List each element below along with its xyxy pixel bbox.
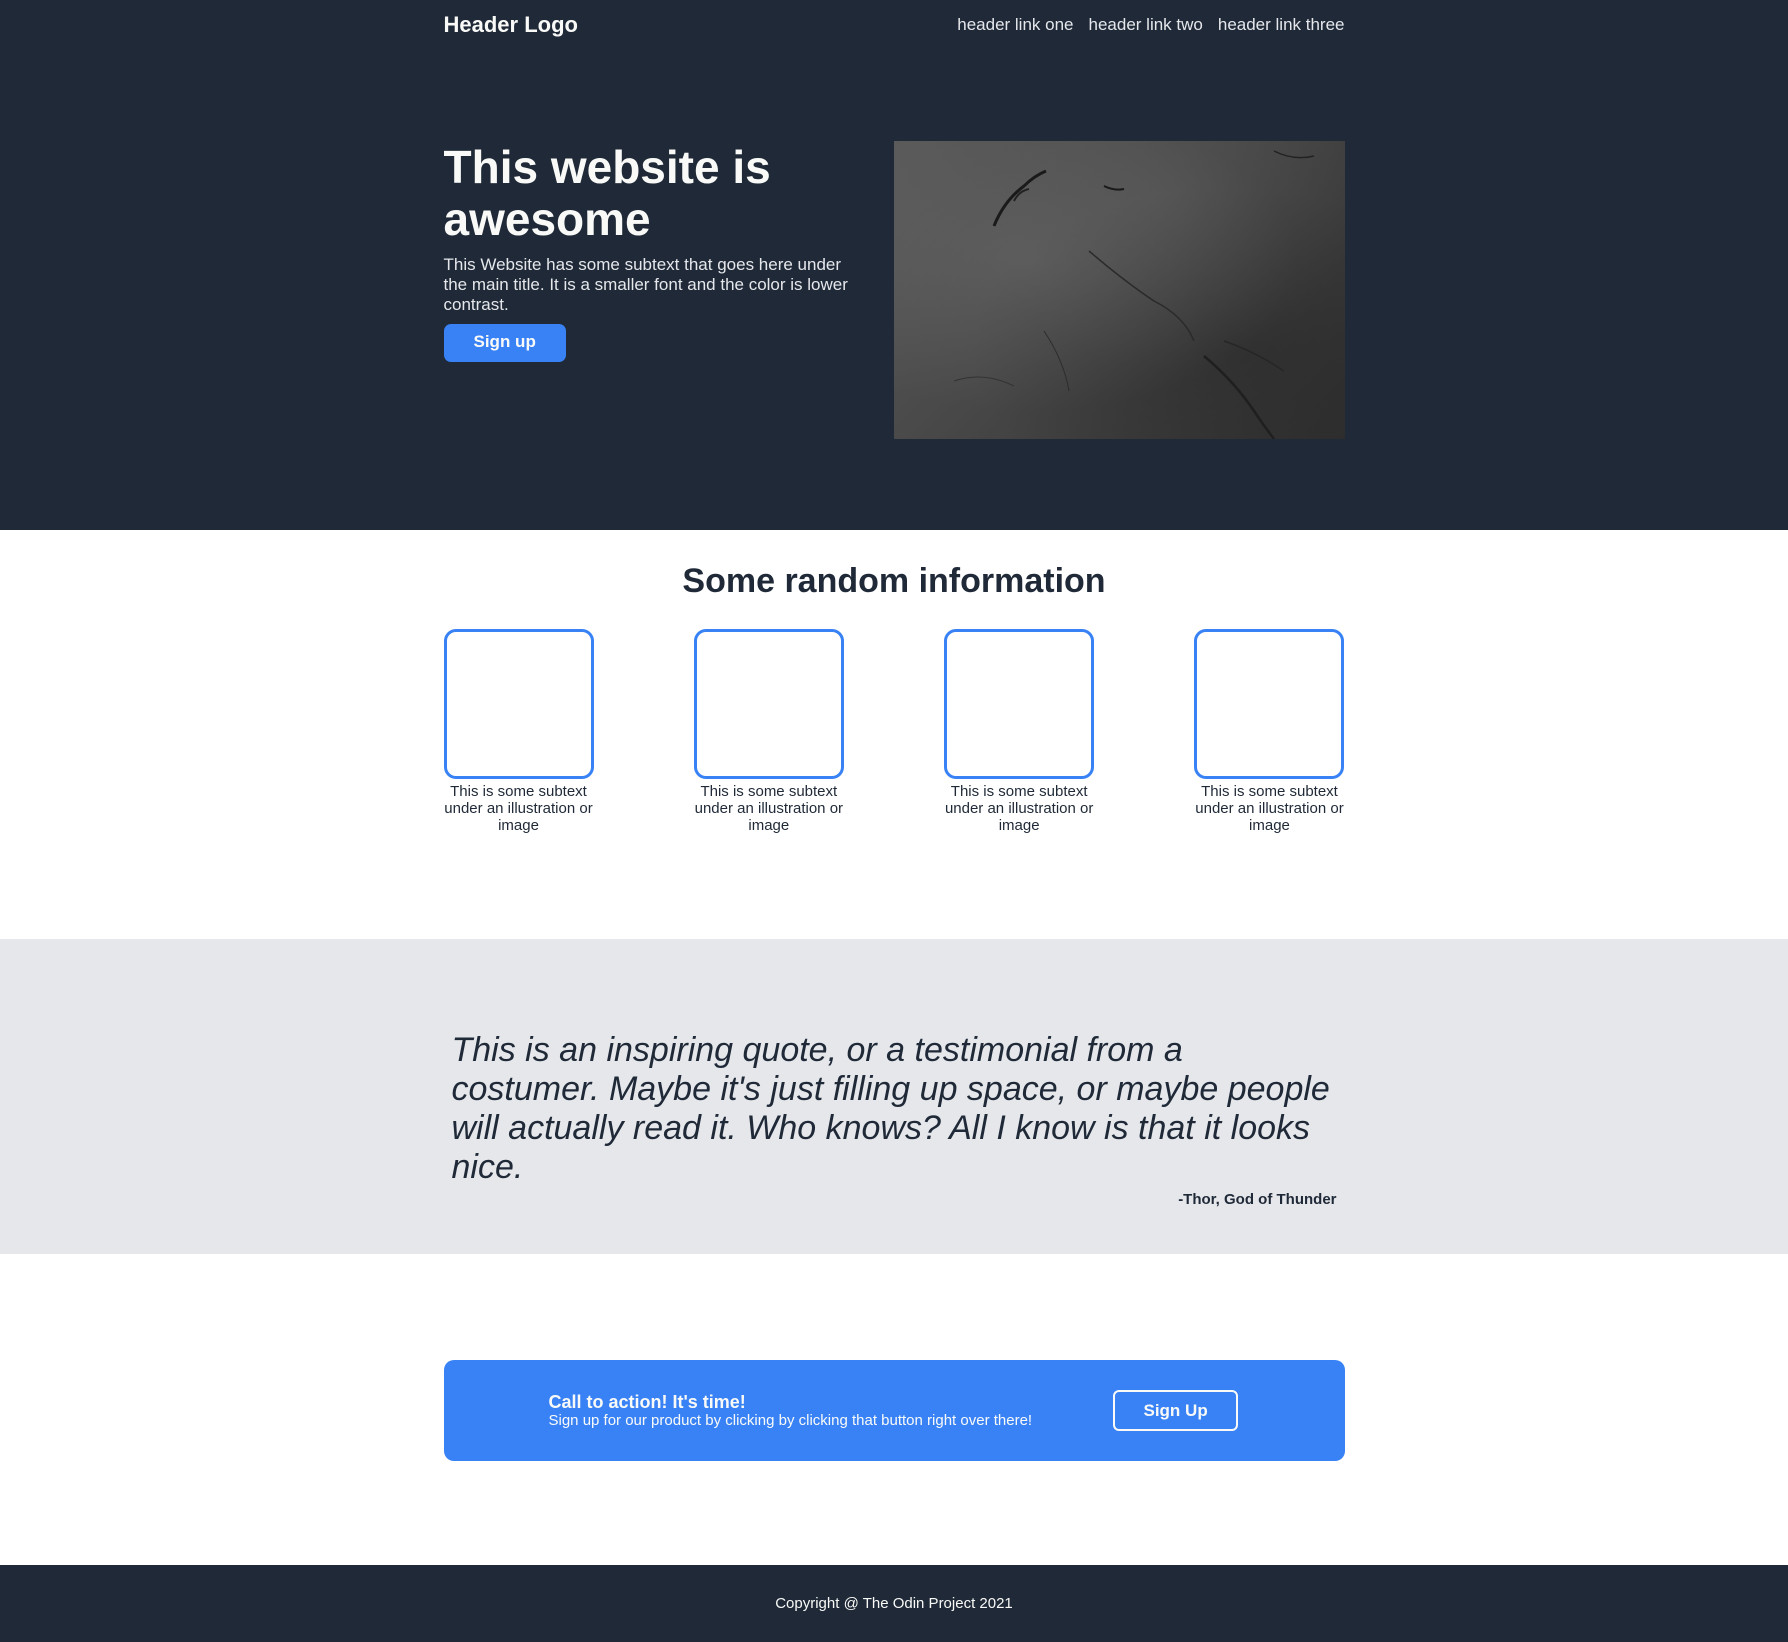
top-section: Header Logo header link one header link … [0, 0, 1788, 530]
cta-subtext: Sign up for our product by clicking by c… [548, 1411, 1033, 1429]
hero-image [893, 141, 1345, 439]
cta-text-block: Call to action! It's time! Sign up for o… [549, 1392, 1033, 1430]
hero-signup-button[interactable]: Sign up [443, 324, 566, 362]
info-title: Some random information [682, 562, 1106, 600]
card-caption: This is some subtext under an illustrati… [944, 783, 1094, 834]
footer-copyright: Copyright @ The Odin Project 2021 [775, 1595, 1013, 1612]
cta-title: Call to action! It's time! [548, 1391, 746, 1412]
card-caption: This is some subtext under an illustrati… [694, 783, 844, 834]
header-link-one[interactable]: header link one [957, 15, 1073, 35]
header-link-two[interactable]: header link two [1089, 15, 1203, 35]
info-section: Some random information This is some sub… [0, 530, 1788, 939]
info-card: This is some subtext under an illustrati… [1194, 629, 1345, 834]
info-cards: This is some subtext under an illustrati… [443, 629, 1345, 834]
hero-title: This website is awesome [443, 141, 771, 245]
header-link-three[interactable]: header link three [1218, 15, 1345, 35]
illustration-placeholder [1194, 629, 1345, 779]
illustration-placeholder [944, 629, 1095, 779]
quote-author: -Thor, God of Thunder [1178, 1191, 1337, 1208]
header-nav: header link one header link two header l… [957, 15, 1344, 35]
cta-section: Call to action! It's time! Sign up for o… [0, 1254, 1788, 1565]
cta-signup-button[interactable]: Sign Up [1113, 1390, 1239, 1431]
rock-texture [953, 150, 1314, 439]
card-caption: This is some subtext under an illustrati… [444, 783, 593, 834]
quote-section: This is an inspiring quote, or a testimo… [0, 939, 1788, 1254]
info-card: This is some subtext under an illustrati… [443, 629, 594, 834]
illustration-placeholder [693, 629, 844, 779]
quote-text: This is an inspiring quote, or a testimo… [451, 1031, 1330, 1186]
site-footer: Copyright @ The Odin Project 2021 [0, 1565, 1788, 1642]
header-logo[interactable]: Header Logo [444, 12, 578, 38]
info-card: This is some subtext under an illustrati… [944, 629, 1095, 834]
hero-text-block: This website is awesome This Website has… [443, 141, 854, 439]
info-card: This is some subtext under an illustrati… [693, 629, 844, 834]
hero-subtext: This Website has some subtext that goes … [443, 255, 848, 314]
site-header: Header Logo header link one header link … [444, 0, 1345, 50]
hero: This website is awesome This Website has… [443, 141, 1345, 439]
cta-box: Call to action! It's time! Sign up for o… [443, 1360, 1345, 1461]
illustration-placeholder [443, 629, 594, 779]
card-caption: This is some subtext under an illustrati… [1195, 783, 1344, 834]
